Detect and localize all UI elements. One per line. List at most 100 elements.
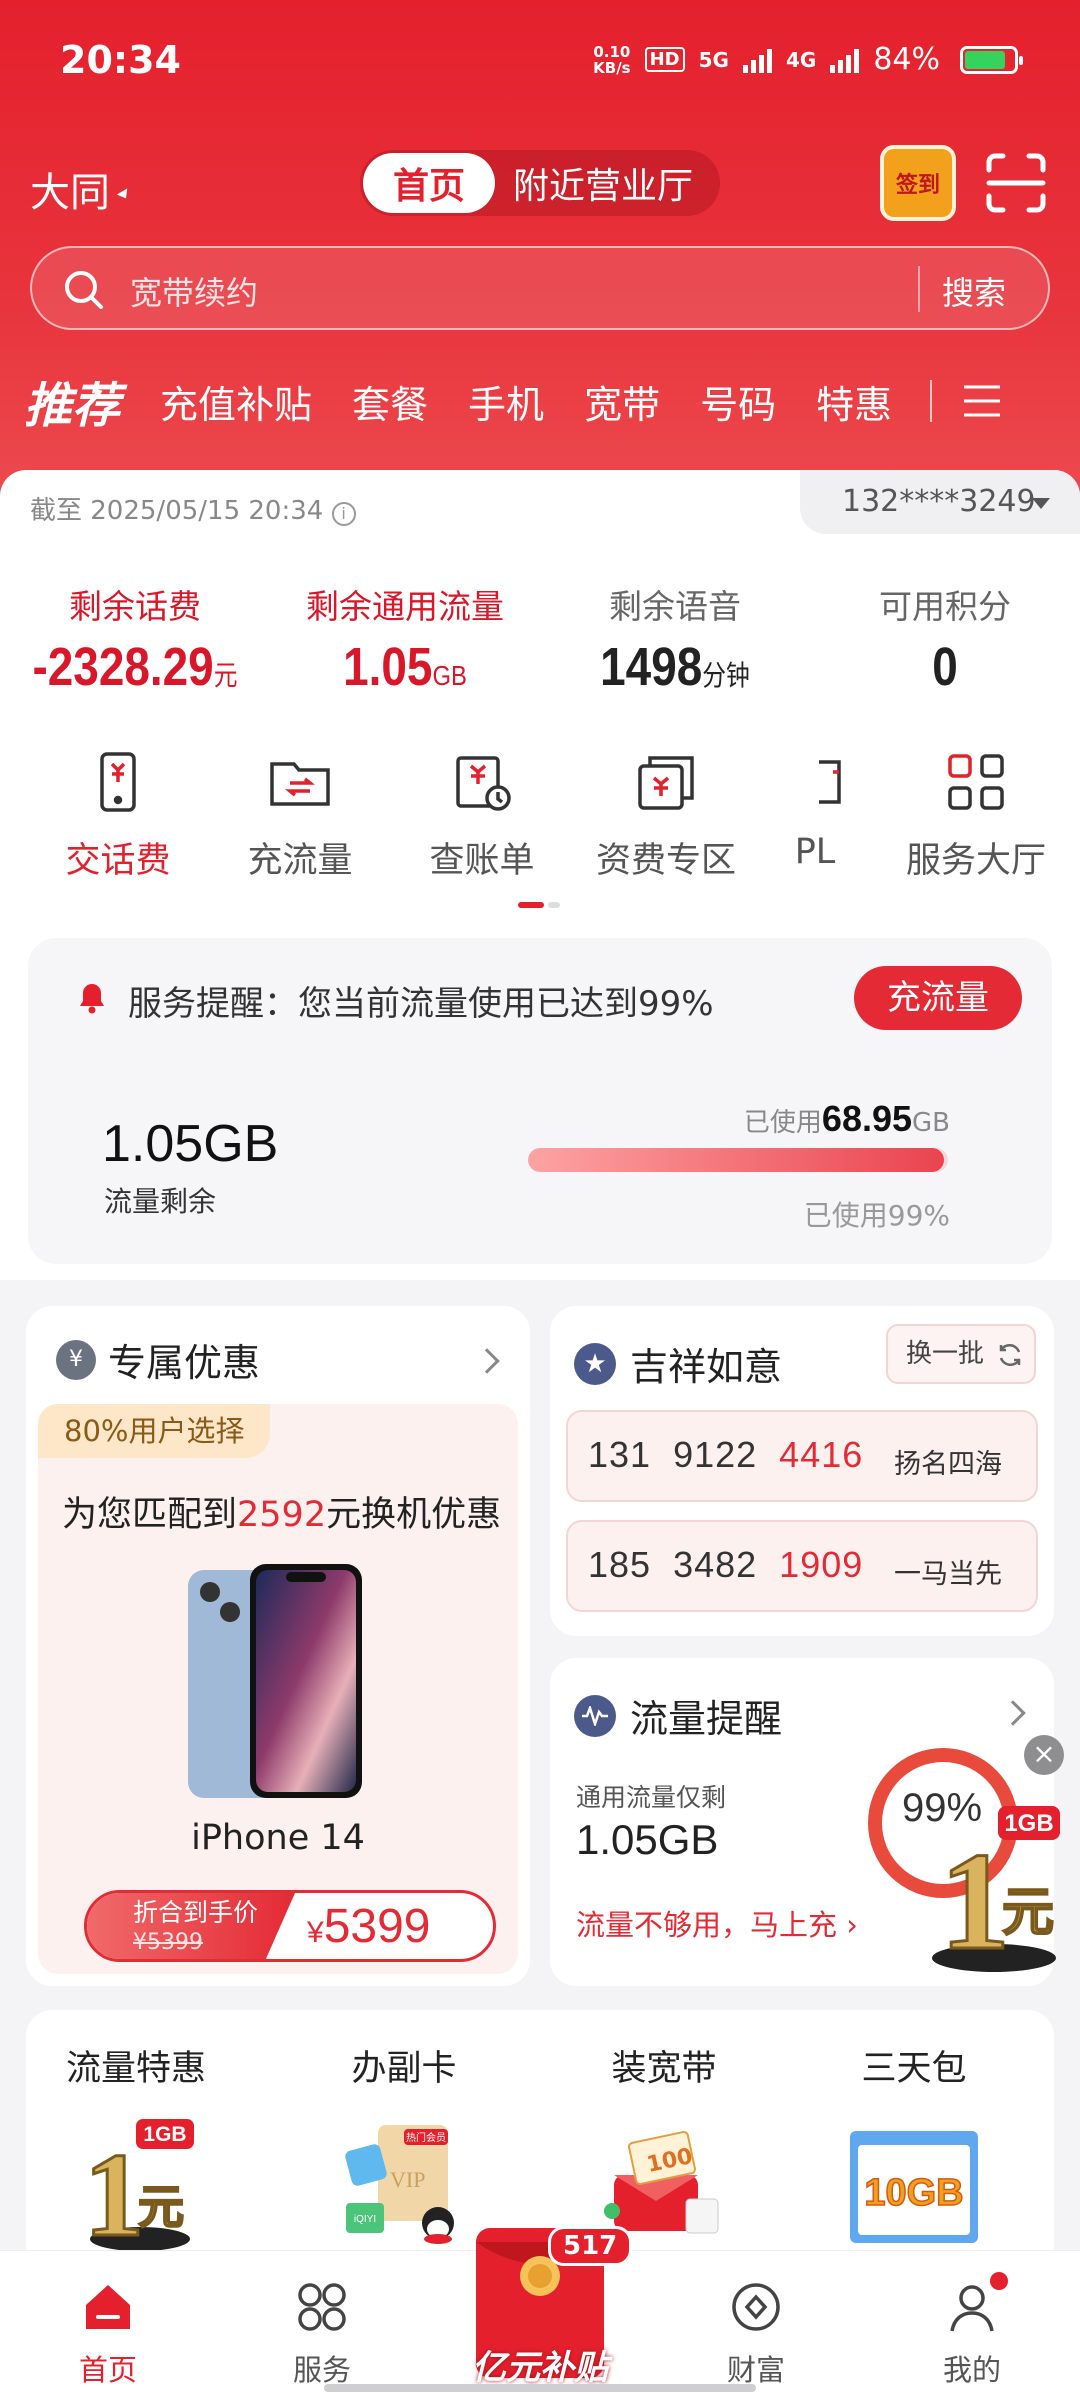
signin-calendar-button[interactable]: 签到 <box>880 145 956 221</box>
shortcut-pl[interactable]: PL <box>760 750 870 872</box>
search-divider <box>918 266 920 312</box>
waveform-icon <box>574 1694 616 1737</box>
price-pill[interactable]: 折合到手价 ¥5399 ¥5399 <box>84 1890 496 1962</box>
membership-cards-icon: 热门会员 VIP iQIYI <box>345 2125 454 2244</box>
shortcut-bill[interactable]: 查账单 <box>402 750 562 883</box>
tab-nearby-store[interactable]: 附近营业厅 <box>495 157 693 209</box>
category-item[interactable]: 套餐 <box>352 374 428 429</box>
one-yuan-promo-image: 1 1GB 元 <box>932 1806 1060 1974</box>
star-icon: ★ <box>574 1342 616 1385</box>
quick-data-deal[interactable]: 流量特惠 1 1GB 元 <box>26 2040 246 2263</box>
user-icon <box>950 2285 994 2332</box>
category-item[interactable]: 号码 <box>700 374 776 429</box>
tab-bottom-home[interactable]: 首页 <box>48 2279 168 2389</box>
wealth-coin-icon <box>732 2283 780 2331</box>
tab-bottom-mine[interactable]: 我的 <box>912 2279 1032 2389</box>
category-divider <box>930 380 933 422</box>
data-reminder-title: 流量提醒 <box>574 1688 782 1743</box>
scan-icon[interactable] <box>985 152 1047 214</box>
home-tab-switch: 首页 附近营业厅 <box>360 150 720 216</box>
svg-text:1GB: 1GB <box>1004 1810 1053 1837</box>
lucky-number-item[interactable]: 185 3482 1909 一马当先 <box>566 1520 1038 1612</box>
balance-points[interactable]: 可用积分 0 <box>820 580 1070 698</box>
signal-icon <box>742 47 772 73</box>
shortcut-buy-data[interactable]: 充流量 <box>220 750 380 883</box>
chevron-right-icon[interactable] <box>1000 1700 1026 1726</box>
product-name: iPhone 14 <box>191 1818 365 1858</box>
status-bar: 20:34 0.10 KB/s HD 5G 4G 84% <box>0 0 1080 126</box>
account-card: 截至 2025/05/15 20:34 i 132****3249 剩余话费 -… <box>0 470 1080 1280</box>
battery-icon <box>960 46 1023 74</box>
signal-icon-2 <box>830 47 860 73</box>
envelope-count-badge: 517 <box>548 2226 633 2266</box>
user-choice-tag: 80%用户选择 <box>38 1404 271 1458</box>
money-bag-icon: ¥ <box>56 1339 96 1380</box>
refresh-button[interactable]: 换一批 <box>886 1324 1036 1384</box>
balance-data[interactable]: 剩余通用流量 1.05GB <box>280 580 530 698</box>
close-icon[interactable]: × <box>1024 1735 1064 1775</box>
top-up-link[interactable]: 流量不够用，马上充 › <box>576 1902 858 1944</box>
lucky-number-card: ★ 吉祥如意 换一批 131 9122 4416 扬名四海 185 3482 19… <box>550 1306 1054 1636</box>
status-icons: 0.10 KB/s HD 5G 4G 84% <box>593 42 940 77</box>
price-label: 折合到手价 ¥5399 <box>87 1893 295 1959</box>
iphone-image <box>188 1564 362 1798</box>
svg-text:1: 1 <box>940 1824 1010 1974</box>
category-bar: 推荐 充值补贴 套餐 手机 宽带 号码 特惠 <box>0 366 1080 436</box>
svg-text:1GB: 1GB <box>143 2123 186 2146</box>
data-remaining-note: 通用流量仅剩 <box>576 1783 727 1812</box>
quick-three-day-pack[interactable]: 三天包 10GB <box>804 2040 1024 2259</box>
tab-bottom-wealth[interactable]: 财富 <box>696 2279 816 2389</box>
info-icon[interactable]: i <box>331 502 356 526</box>
category-item[interactable]: 特惠 <box>816 374 892 429</box>
one-yuan-data-icon: 1 1GB 元 <box>83 2119 194 2263</box>
shortcut-row: 交话费 充流量 查账单 资费专区 PL 服务大厅 <box>0 750 1080 883</box>
phone-number-selector[interactable]: 132****3249 <box>800 470 1080 534</box>
data-remaining-label: 流量剩余 <box>104 1185 217 1218</box>
net-5g-label: 5G <box>698 47 729 72</box>
buy-data-button[interactable]: 充流量 <box>854 966 1022 1030</box>
menu-icon[interactable] <box>962 383 1002 419</box>
search-bar[interactable]: 宽带续约 搜索 <box>30 246 1050 330</box>
chevron-right-icon[interactable] <box>474 1348 500 1374</box>
bill-clock-icon <box>456 756 511 811</box>
category-recommend[interactable]: 推荐 <box>24 366 120 436</box>
tab-bottom-service[interactable]: 服务 <box>262 2279 382 2389</box>
lucky-number-item[interactable]: 131 9122 4416 扬名四海 <box>566 1410 1038 1502</box>
lucky-number-title: ★ 吉祥如意 <box>574 1336 782 1391</box>
alert-message: 服务提醒：您当前流量使用已达到99% <box>128 984 714 1024</box>
data-remaining-value: 1.05GB <box>102 1115 279 1173</box>
battery-percent: 84% <box>873 42 940 77</box>
service-grid-icon <box>298 2283 346 2331</box>
as-of-time: 截至 2025/05/15 20:34 i <box>30 490 356 527</box>
shortcut-tariff[interactable]: 资费专区 <box>586 750 746 883</box>
category-item[interactable]: 充值补贴 <box>160 374 312 429</box>
refresh-icon <box>1000 1343 1021 1366</box>
city-selector[interactable]: 大同 <box>30 160 132 218</box>
phone-offer: 80%用户选择 为您匹配到2592元换机优惠 iPhone 14 折合到手价 ¥5… <box>38 1404 518 1974</box>
notification-dot <box>990 2272 1008 2290</box>
net-speed: 0.10 KB/s <box>593 42 631 77</box>
tab-home[interactable]: 首页 <box>363 153 496 213</box>
shortcut-pay-bill[interactable]: 交话费 <box>38 750 198 883</box>
shortcut-service-hall[interactable]: 服务大厅 <box>896 750 1056 883</box>
search-button[interactable]: 搜索 <box>942 268 1006 314</box>
svg-text:元: 元 <box>1002 1883 1054 1943</box>
home-indicator[interactable] <box>324 2384 756 2392</box>
svg-text:元: 元 <box>138 2180 184 2234</box>
search-icon <box>65 271 103 309</box>
exclusive-offer-card[interactable]: ¥ 专属优惠 80%用户选择 为您匹配到2592元换机优惠 iPhone 14 折… <box>26 1306 530 1986</box>
data-reminder-card[interactable]: 流量提醒 通用流量仅剩 1.05GB 流量不够用，马上充 › 99% 1 1GB… <box>550 1658 1060 1986</box>
dropdown-icon <box>116 188 132 202</box>
data-used-amount: 已使用68.95GB <box>743 1098 950 1139</box>
exclusive-offer-title: ¥ 专属优惠 <box>56 1332 260 1387</box>
svg-text:VIP: VIP <box>390 2167 425 2192</box>
category-item[interactable]: 宽带 <box>584 374 660 429</box>
balance-fee[interactable]: 剩余话费 -2328.29元 <box>10 580 260 698</box>
category-item[interactable]: 手机 <box>468 374 544 429</box>
search-input[interactable]: 宽带续约 <box>130 268 258 314</box>
balance-voice[interactable]: 剩余语音 1498分钟 <box>550 580 800 698</box>
final-price: ¥5399 <box>307 1900 431 1953</box>
folder-transfer-icon <box>270 762 330 806</box>
subsidy-label[interactable]: 亿元补贴 <box>452 2340 628 2389</box>
hd-icon: HD <box>644 47 685 72</box>
